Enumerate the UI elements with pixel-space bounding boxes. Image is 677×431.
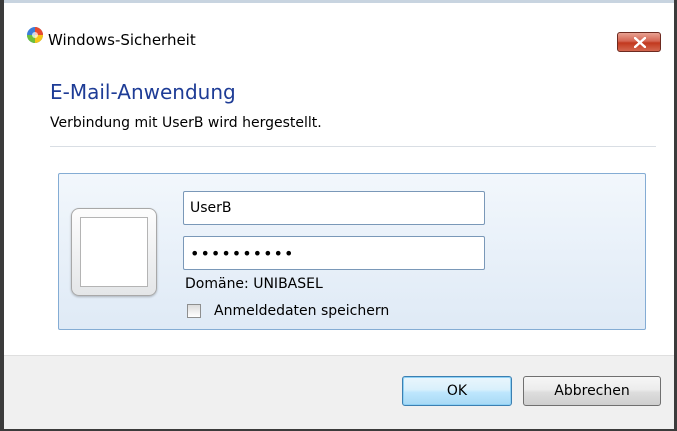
- window-title: Windows-Sicherheit: [48, 31, 196, 49]
- close-icon: [634, 37, 646, 48]
- security-dialog-window: Windows-Sicherheit E-Mail-Anwendung Verb…: [0, 0, 677, 431]
- dialog-heading: E-Mail-Anwendung: [50, 80, 236, 104]
- dialog-subheading: Verbindung mit UserB wird hergestellt.: [50, 115, 322, 131]
- remember-credentials-label[interactable]: Anmeldedaten speichern: [214, 302, 389, 320]
- user-tile-icon: [71, 208, 157, 296]
- credential-tile[interactable]: Domäne: UNIBASEL Anmeldedaten speichern: [58, 173, 646, 330]
- button-bar: OK Abbrechen: [4, 355, 674, 429]
- domain-label: Domäne: UNIBASEL: [185, 276, 323, 292]
- user-picture-frame: [80, 217, 148, 287]
- username-input[interactable]: [183, 191, 485, 225]
- ok-button[interactable]: OK: [402, 376, 512, 406]
- remember-credentials-checkbox[interactable]: [187, 304, 201, 318]
- close-button[interactable]: [617, 32, 661, 52]
- security-shield-icon: [26, 26, 44, 44]
- title-bar[interactable]: Windows-Sicherheit: [4, 0, 674, 52]
- separator: [50, 146, 656, 147]
- password-input[interactable]: [183, 236, 485, 270]
- cancel-button[interactable]: Abbrechen: [523, 376, 661, 406]
